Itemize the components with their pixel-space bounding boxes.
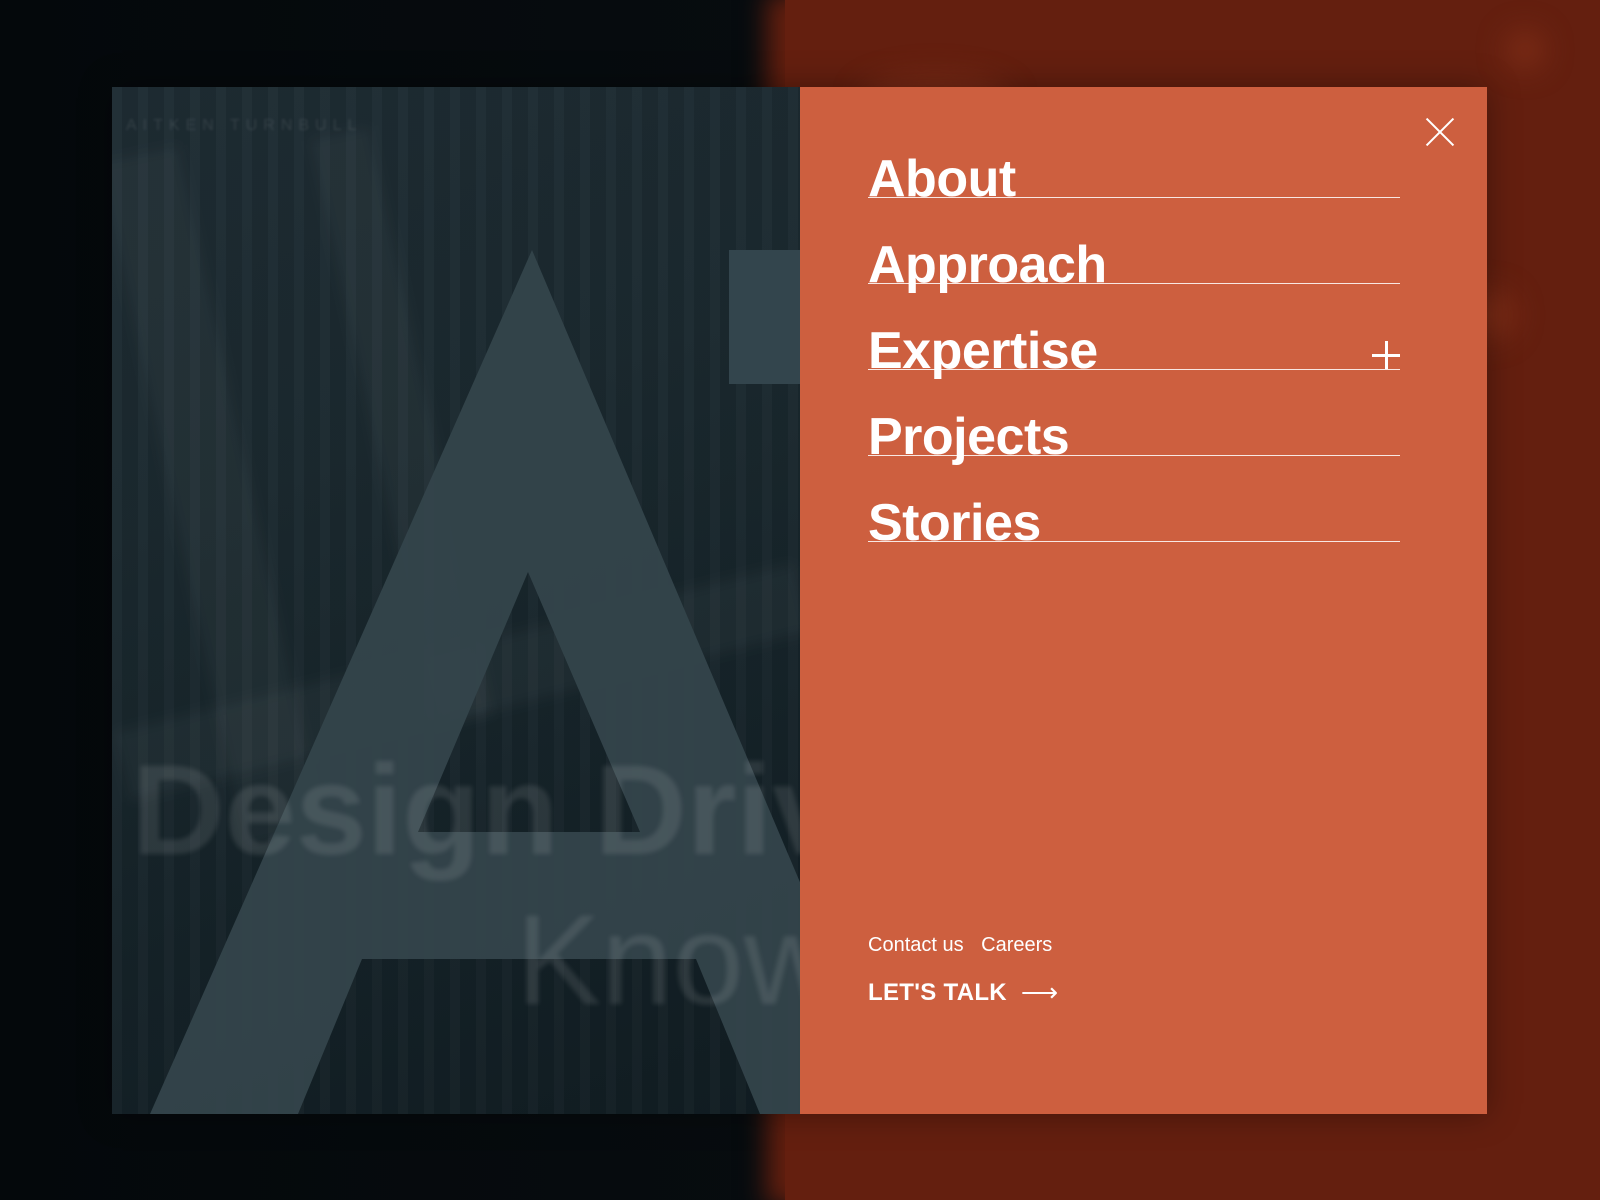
hero-headline-line-2: Know — [516, 889, 800, 1032]
footer-links: Contact us Careers — [868, 934, 1064, 957]
contact-us-link[interactable]: Contact us — [868, 934, 964, 956]
careers-link[interactable]: Careers — [981, 934, 1052, 956]
lets-talk-label: LET'S TALK — [868, 978, 1007, 1006]
nav-item-about[interactable]: About — [868, 147, 1400, 205]
hero-headline-line-1: Design Driv — [132, 739, 800, 882]
nav-item-expertise[interactable]: Expertise — [868, 284, 1400, 377]
nav-item-stories[interactable]: Stories — [868, 456, 1400, 549]
main-navigation: About Approach Expertise Projects Storie… — [868, 147, 1400, 549]
nav-item-label: Stories — [868, 494, 1041, 552]
arrow-right-icon: ⟶ — [1020, 977, 1059, 1007]
close-icon[interactable] — [1425, 117, 1455, 147]
modal-menu-panel: About Approach Expertise Projects Storie… — [800, 87, 1487, 1114]
plus-icon[interactable] — [1372, 341, 1400, 369]
modal-image-panel: AITKEN TURNBULL Design Driv Know — [112, 87, 800, 1114]
navigation-modal: AITKEN TURNBULL Design Driv Know About A… — [112, 87, 1487, 1114]
lets-talk-button[interactable]: LET'S TALK ⟶ — [868, 977, 1059, 1008]
background-blur-shape — [1505, 30, 1545, 70]
nav-item-approach[interactable]: Approach — [868, 198, 1400, 291]
nav-item-projects[interactable]: Projects — [868, 370, 1400, 463]
